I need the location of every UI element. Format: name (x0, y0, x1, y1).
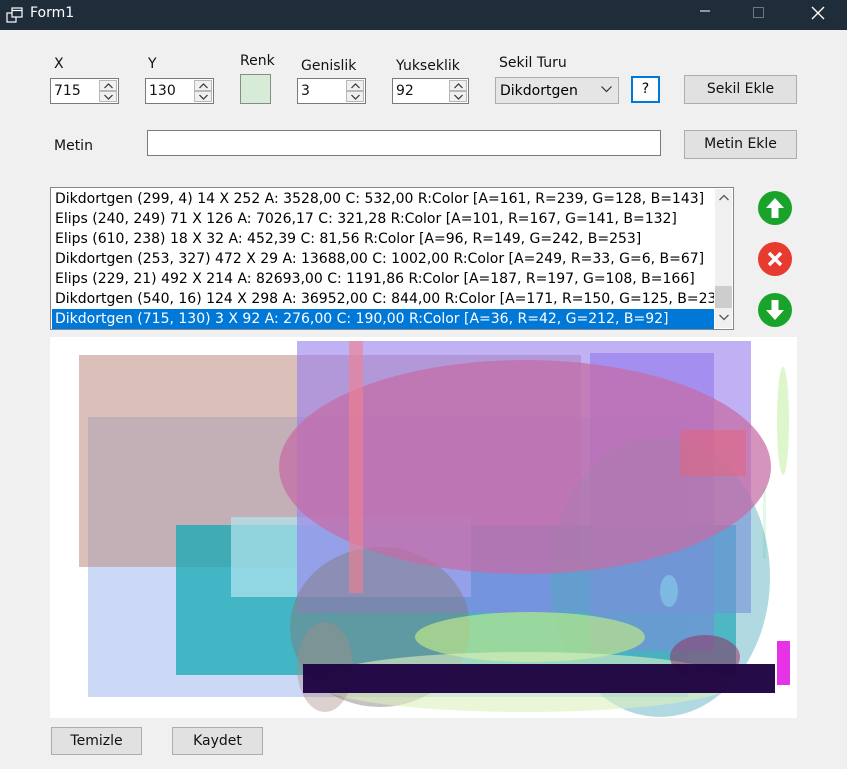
list-scrollbar[interactable] (715, 189, 732, 328)
close-icon (758, 242, 792, 276)
list-item[interactable]: Elips (240, 249) 71 X 126 A: 7026,17 C: … (52, 209, 714, 229)
renk-label: Renk (240, 53, 275, 69)
minimize-icon (700, 10, 710, 12)
text-input[interactable] (147, 130, 661, 156)
spin-up-icon (454, 83, 463, 89)
add-text-label: Metin Ekle (704, 136, 777, 152)
yukseklik-label: Yukseklik (396, 58, 460, 74)
clear-button[interactable]: Temizle (51, 727, 142, 755)
x-spinner[interactable] (99, 80, 117, 102)
add-shape-label: Sekil Ekle (706, 81, 775, 97)
genislik-decrement-button[interactable] (346, 91, 364, 102)
list-item[interactable]: Dikdortgen (253, 327) 472 X 29 A: 13688,… (52, 249, 714, 269)
canvas-shape (763, 487, 766, 559)
chevron-down-icon (601, 86, 612, 93)
canvas-shapes (79, 341, 790, 717)
window-title: Form1 (30, 5, 75, 21)
canvas-shape (349, 341, 363, 593)
scroll-down-icon[interactable] (719, 314, 729, 321)
arrow-up-icon (758, 191, 792, 225)
metin-label: Metin (54, 138, 93, 154)
x-decrement-button[interactable] (99, 91, 117, 102)
close-icon (811, 6, 825, 20)
list-item-selected[interactable]: Dikdortgen (715, 130) 3 X 92 A: 276,00 C… (52, 309, 714, 329)
x-increment-button[interactable] (99, 80, 117, 91)
move-down-button[interactable] (757, 292, 793, 328)
yukseklik-increment-button[interactable] (449, 80, 467, 91)
help-button[interactable]: ? (631, 76, 660, 103)
minimize-button[interactable] (682, 0, 728, 30)
yukseklik-spinner[interactable] (449, 80, 467, 102)
yukseklik-input[interactable]: 92 (392, 78, 469, 104)
genislik-spinner[interactable] (346, 80, 364, 102)
x-label: X (54, 56, 64, 72)
spin-up-icon (351, 83, 360, 89)
save-button[interactable]: Kaydet (172, 727, 263, 755)
canvas-shape (680, 430, 746, 476)
scroll-up-icon[interactable] (719, 194, 729, 201)
canvas-shape (777, 367, 789, 475)
y-input[interactable]: 130 (145, 78, 214, 104)
maximize-button[interactable] (736, 0, 782, 30)
scroll-thumb[interactable] (715, 286, 732, 308)
shape-type-value: Dikdortgen (500, 83, 578, 99)
yukseklik-value: 92 (396, 83, 414, 99)
title-bar: Form1 (0, 0, 847, 30)
genislik-label: Genislik (301, 58, 357, 74)
save-label: Kaydet (193, 733, 242, 749)
list-item[interactable]: Elips (229, 21) 492 X 214 A: 82693,00 C:… (52, 269, 714, 289)
shape-type-select[interactable]: Dikdortgen (495, 77, 619, 104)
delete-button[interactable] (757, 241, 793, 277)
form-icon (6, 7, 23, 23)
y-decrement-button[interactable] (194, 91, 212, 102)
arrow-down-icon (758, 293, 792, 327)
x-value: 715 (54, 83, 81, 99)
x-input[interactable]: 715 (50, 78, 119, 104)
close-window-button[interactable] (795, 0, 841, 30)
main-window: Form1 X 715 Y 130 Renk Genislik 3 Yuksek… (0, 0, 847, 769)
canvas-shape (777, 641, 790, 685)
genislik-value: 3 (301, 83, 310, 99)
spin-down-icon (454, 94, 463, 100)
add-text-button[interactable]: Metin Ekle (684, 130, 797, 159)
y-increment-button[interactable] (194, 80, 212, 91)
canvas-shape (660, 575, 678, 607)
sekil-turu-label: Sekil Turu (499, 55, 567, 71)
list-item[interactable]: Dikdortgen (540, 16) 124 X 298 A: 36952,… (52, 289, 714, 309)
spin-down-icon (351, 94, 360, 100)
y-label: Y (148, 56, 157, 72)
spin-down-icon (199, 94, 208, 100)
move-up-button[interactable] (757, 190, 793, 226)
canvas-shape (303, 664, 775, 693)
maximize-icon (753, 7, 764, 18)
y-value: 130 (149, 83, 176, 99)
spin-up-icon (104, 83, 113, 89)
spin-up-icon (199, 83, 208, 89)
yukseklik-decrement-button[interactable] (449, 91, 467, 102)
genislik-input[interactable]: 3 (297, 78, 366, 104)
y-spinner[interactable] (194, 80, 212, 102)
color-swatch[interactable] (240, 74, 271, 104)
drawing-canvas[interactable] (50, 337, 797, 718)
list-item[interactable]: Dikdortgen (299, 4) 14 X 252 A: 3528,00 … (52, 189, 714, 209)
genislik-increment-button[interactable] (346, 80, 364, 91)
spin-down-icon (104, 94, 113, 100)
clear-label: Temizle (70, 733, 123, 749)
shape-list[interactable]: Dikdortgen (299, 4) 14 X 252 A: 3528,00 … (50, 187, 734, 330)
add-shape-button[interactable]: Sekil Ekle (684, 75, 797, 104)
list-item[interactable]: Elips (610, 238) 18 X 32 A: 452,39 C: 81… (52, 229, 714, 249)
